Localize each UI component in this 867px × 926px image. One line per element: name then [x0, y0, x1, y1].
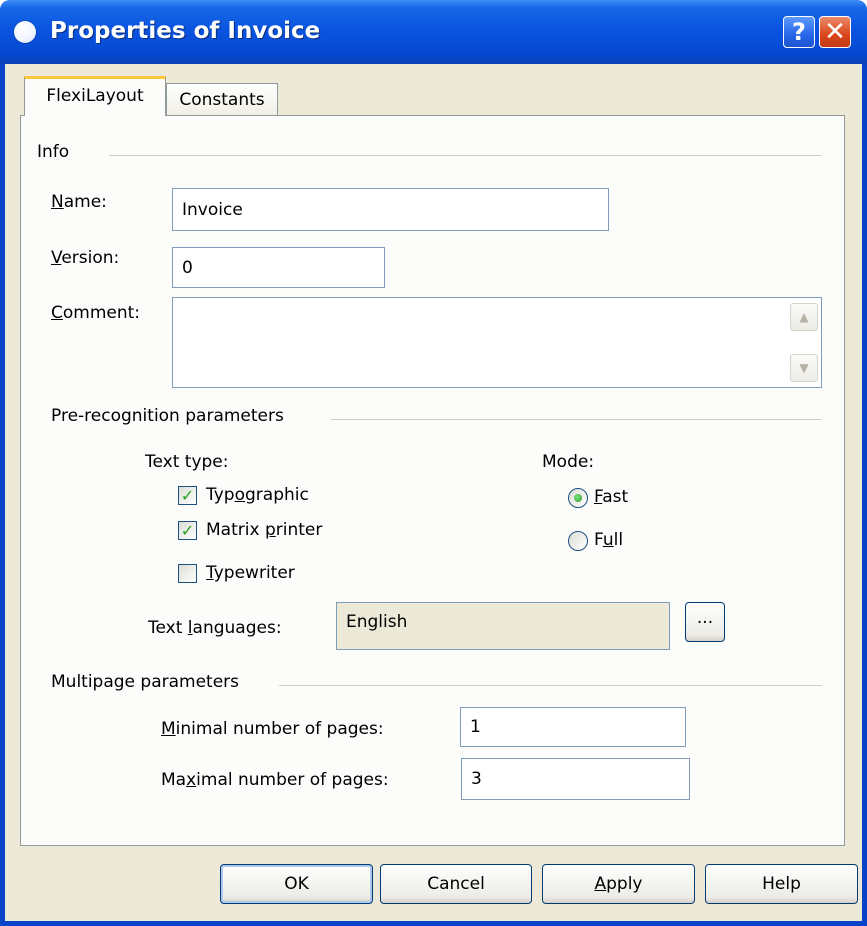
browse-languages-button[interactable]: ...: [685, 602, 725, 642]
comment-textarea[interactable]: ▲ ▼: [172, 297, 822, 388]
typographic-label[interactable]: Typographic: [206, 485, 309, 505]
mode-full-label[interactable]: Full: [594, 530, 623, 550]
help-title-button[interactable]: ?: [783, 16, 815, 48]
text-languages-label: Text languages:: [148, 618, 282, 638]
matrix-printer-checkbox[interactable]: ✓: [178, 521, 197, 540]
version-input[interactable]: 0: [172, 247, 385, 288]
tab-panel-flexilayout: Info Name: Invoice Version: 0 Comment: ▲…: [20, 115, 845, 846]
typewriter-label[interactable]: Typewriter: [206, 563, 295, 583]
info-section-label: Info: [37, 142, 70, 162]
mode-label: Mode:: [542, 452, 595, 472]
apply-button[interactable]: Apply: [542, 864, 695, 904]
tab-constants[interactable]: Constants: [166, 83, 278, 116]
typewriter-checkbox[interactable]: [178, 564, 197, 583]
text-languages-field[interactable]: English: [336, 602, 670, 650]
minimal-pages-value: 1: [470, 717, 481, 737]
close-button[interactable]: ✕: [819, 16, 851, 48]
name-label: Name:: [51, 192, 107, 212]
comment-label: Comment:: [51, 303, 141, 323]
scroll-down-icon[interactable]: ▼: [790, 354, 818, 382]
maximal-pages-input[interactable]: 3: [461, 758, 690, 800]
minimal-pages-input[interactable]: 1: [460, 707, 686, 747]
tab-flexilayout[interactable]: FlexiLayout: [24, 76, 166, 116]
mode-full-radio[interactable]: [568, 531, 588, 551]
window-title: Properties of Invoice: [50, 18, 321, 44]
multipage-section-label: Multipage parameters: [51, 672, 240, 692]
name-input[interactable]: Invoice: [172, 188, 609, 231]
help-button[interactable]: Help: [705, 864, 858, 904]
prerecognition-divider: [331, 419, 822, 420]
name-input-value: Invoice: [182, 199, 243, 220]
maximal-pages-label: Maximal number of pages:: [161, 770, 389, 790]
radio-selected-dot: [574, 494, 582, 502]
matrix-printer-label[interactable]: Matrix printer: [206, 520, 322, 540]
dialog-client-area: FlexiLayout Constants Info Name: Invoice…: [5, 64, 862, 921]
mode-fast-label[interactable]: Fast: [594, 487, 628, 507]
version-input-value: 0: [182, 257, 193, 278]
version-label: Version:: [51, 248, 120, 268]
text-type-label: Text type:: [145, 452, 229, 472]
minimal-pages-label: Minimal number of pages:: [161, 719, 384, 739]
typographic-checkbox[interactable]: ✓: [178, 486, 197, 505]
properties-dialog: Properties of Invoice ? ✕ FlexiLayout Co…: [0, 0, 867, 926]
app-icon: [14, 21, 36, 43]
text-languages-value: English: [346, 612, 408, 632]
prerecognition-section-label: Pre-recognition parameters: [51, 406, 284, 426]
ok-button[interactable]: OK: [220, 864, 373, 904]
info-divider: [109, 155, 822, 156]
scroll-up-icon[interactable]: ▲: [790, 303, 818, 331]
cancel-button[interactable]: Cancel: [380, 864, 532, 904]
mode-fast-radio[interactable]: [568, 488, 588, 508]
multipage-divider: [279, 685, 822, 686]
maximal-pages-value: 3: [471, 769, 482, 789]
title-bar[interactable]: Properties of Invoice ? ✕: [0, 0, 867, 64]
